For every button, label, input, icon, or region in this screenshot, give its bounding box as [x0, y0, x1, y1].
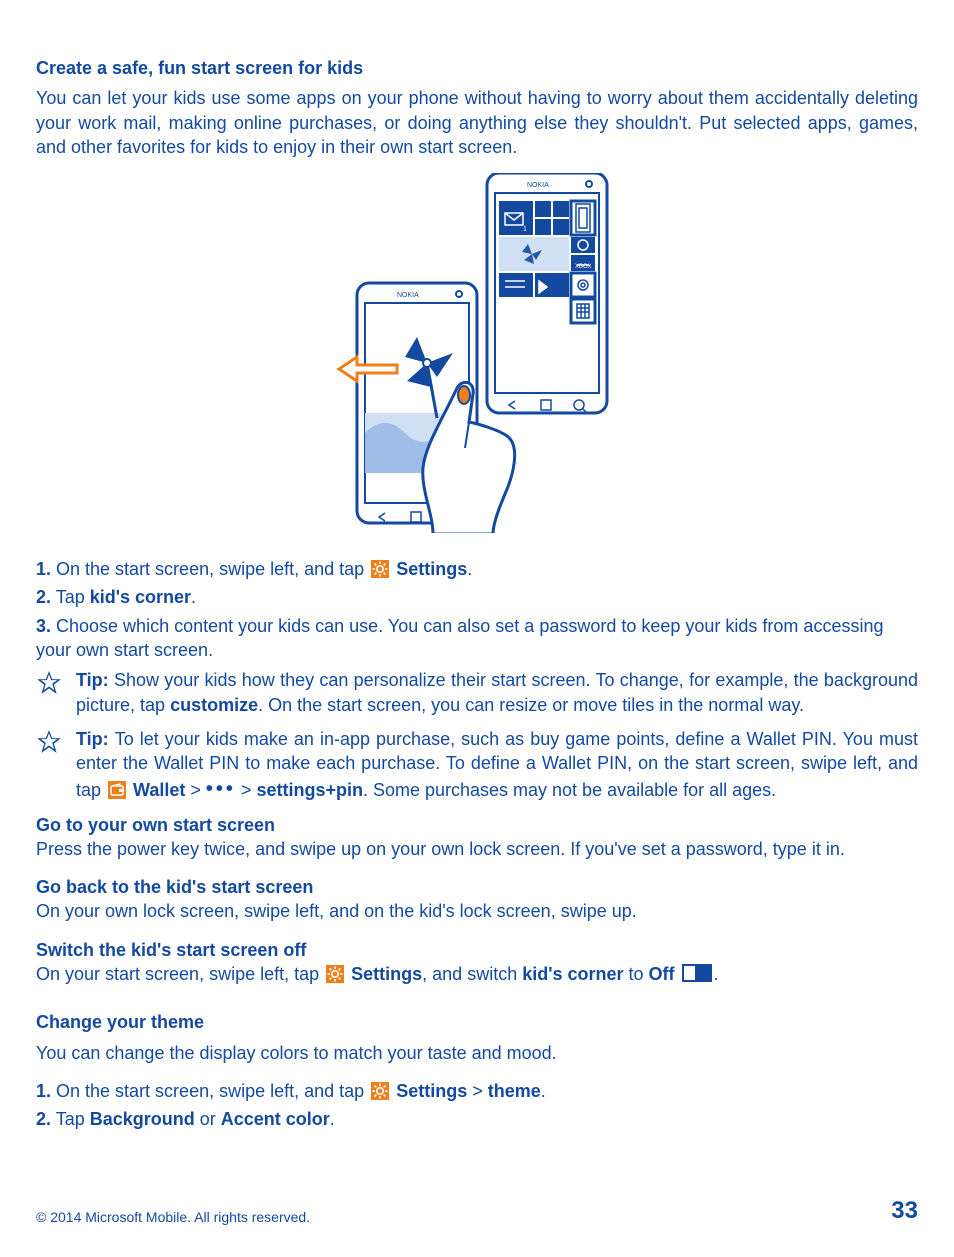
step-2: 2. Tap kid's corner. — [36, 585, 918, 609]
kids-corner-label: kid's corner — [90, 587, 191, 607]
intro-paragraph: You can change the display colors to mat… — [36, 1041, 918, 1065]
star-icon — [36, 668, 62, 717]
sub-switch-off: Switch the kid's start screen off On you… — [36, 938, 918, 987]
tip-text: > — [236, 780, 257, 800]
settings-label: Settings — [396, 559, 467, 579]
settings-icon — [326, 965, 344, 983]
svg-text:1: 1 — [523, 226, 527, 233]
copyright-text: © 2014 Microsoft Mobile. All rights rese… — [36, 1208, 310, 1227]
accent-color-label: Accent color — [221, 1109, 330, 1129]
svg-text:NOKIA: NOKIA — [397, 292, 419, 299]
step-1: 1. On the start screen, swipe left, and … — [36, 557, 918, 581]
theme-label: theme — [488, 1081, 541, 1101]
step-number: 1. — [36, 559, 51, 579]
toggle-off-icon — [682, 964, 712, 982]
sub-text: On your start screen, swipe left, tap — [36, 964, 324, 984]
sub-body: On your start screen, swipe left, tap Se… — [36, 962, 918, 986]
step-number: 3. — [36, 616, 51, 636]
star-icon — [36, 727, 62, 803]
tip-label: Tip: — [76, 670, 114, 690]
step-number: 1. — [36, 1081, 51, 1101]
sub-heading: Go to your own start screen — [36, 813, 918, 837]
step-text: . — [330, 1109, 335, 1129]
svg-text:NOKIA: NOKIA — [527, 182, 549, 189]
wallet-label: Wallet — [133, 780, 185, 800]
settings-icon — [371, 560, 389, 578]
step-text: On the start screen, swipe left, and tap — [51, 559, 369, 579]
section-heading: Create a safe, fun start screen for kids — [36, 56, 918, 80]
tip-1: Tip: Show your kids how they can persona… — [36, 668, 918, 717]
sub-text — [675, 964, 680, 984]
sub-go-own: Go to your own start screen Press the po… — [36, 813, 918, 862]
settings-pin-label: settings+pin — [256, 780, 363, 800]
step-text: > — [467, 1081, 488, 1101]
more-icon: ••• — [206, 778, 236, 800]
sub-body: On your own lock screen, swipe left, and… — [36, 899, 918, 923]
step-text: On the start screen, swipe left, and tap — [51, 1081, 369, 1101]
step-text: Choose which content your kids can use. … — [36, 616, 883, 660]
tip-body: Tip: To let your kids make an in-app pur… — [76, 727, 918, 803]
sub-text: to — [624, 964, 649, 984]
sub-text: , and switch — [422, 964, 522, 984]
background-label: Background — [90, 1109, 195, 1129]
step-text: Tap — [51, 1109, 90, 1129]
step-3: 3. Choose which content your kids can us… — [36, 614, 918, 663]
steps-block-2: 1. On the start screen, swipe left, and … — [36, 1079, 918, 1132]
section-heading: Change your theme — [36, 1010, 918, 1034]
tip-2: Tip: To let your kids make an in-app pur… — [36, 727, 918, 803]
tip-text: > — [185, 780, 206, 800]
settings-icon — [371, 1082, 389, 1100]
step-text: . — [541, 1081, 546, 1101]
step-1: 1. On the start screen, swipe left, and … — [36, 1079, 918, 1103]
intro-paragraph: You can let your kids use some apps on y… — [36, 86, 918, 159]
svg-text:XBOX: XBOX — [575, 264, 592, 270]
customize-label: customize — [170, 695, 258, 715]
steps-block: 1. On the start screen, swipe left, and … — [36, 557, 918, 662]
step-text: . — [191, 587, 196, 607]
sub-heading: Go back to the kid's start screen — [36, 875, 918, 899]
tip-text: . On the start screen, you can resize or… — [258, 695, 804, 715]
sub-body: Press the power key twice, and swipe up … — [36, 837, 918, 861]
tip-body: Tip: Show your kids how they can persona… — [76, 668, 918, 717]
page-number: 33 — [891, 1195, 918, 1227]
step-number: 2. — [36, 587, 51, 607]
step-text: or — [195, 1109, 221, 1129]
settings-label: Settings — [351, 964, 422, 984]
step-text: . — [467, 559, 472, 579]
off-label: Off — [649, 964, 675, 984]
wallet-icon — [108, 781, 126, 799]
settings-label: Settings — [396, 1081, 467, 1101]
step-number: 2. — [36, 1109, 51, 1129]
tip-label: Tip: — [76, 729, 115, 749]
tip-text: . Some purchases may not be available fo… — [363, 780, 776, 800]
step-text: Tap — [51, 587, 90, 607]
kids-corner-label: kid's corner — [522, 964, 623, 984]
step-2: 2. Tap Background or Accent color. — [36, 1107, 918, 1131]
footer: © 2014 Microsoft Mobile. All rights rese… — [36, 1195, 918, 1227]
illustration: NOKIA 1 XBOX — [36, 173, 918, 533]
sub-go-back: Go back to the kid's start screen On you… — [36, 875, 918, 924]
sub-heading: Switch the kid's start screen off — [36, 938, 918, 962]
